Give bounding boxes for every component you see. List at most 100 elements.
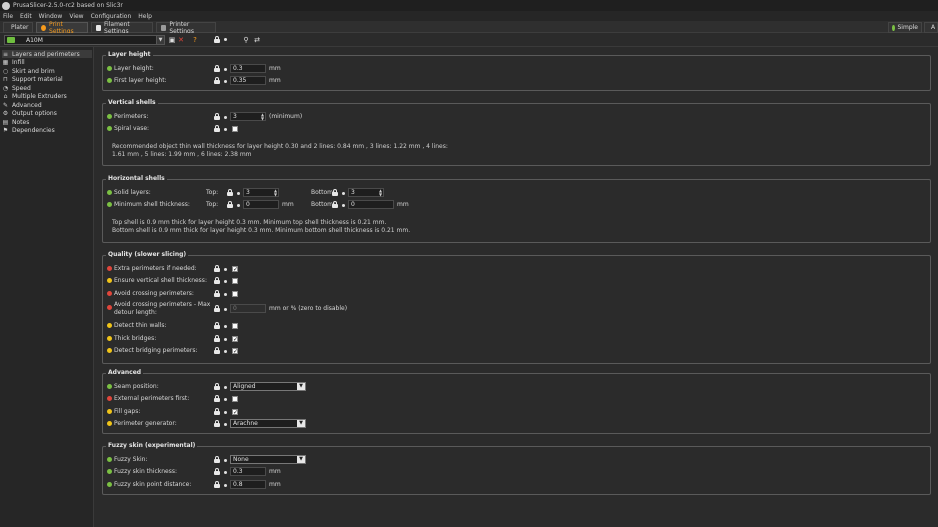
bullet-icon[interactable] [237,204,240,207]
lock-icon[interactable] [214,395,220,402]
sidebar-item-advanced[interactable]: ✎ Advanced [2,101,92,109]
lock-icon[interactable] [214,65,220,72]
lock-icon[interactable] [214,468,220,475]
layer-height-input[interactable]: 0.3 [230,64,266,73]
lock-icon[interactable] [332,189,338,196]
lock-icon[interactable] [214,265,220,272]
bullet-legend-icon[interactable] [222,36,230,44]
lock-icon[interactable] [227,201,233,208]
lock-icon[interactable] [332,201,338,208]
external-first-checkbox[interactable] [232,396,238,402]
bullet-icon[interactable] [224,308,227,311]
spin-arrows-icon[interactable]: ▲ ▼ [260,113,265,121]
bullet-icon[interactable] [224,325,227,328]
bullet-icon[interactable] [224,268,227,271]
lock-icon[interactable] [214,125,220,132]
mode-advanced-button[interactable]: A [924,22,938,33]
bullet-icon[interactable] [224,80,227,83]
detect-thin-walls-checkbox[interactable] [232,323,238,329]
min-shell-top-input[interactable]: 0 [243,200,279,209]
min-shell-bottom-input[interactable]: 0 [348,200,394,209]
tab-printer-settings[interactable]: Printer Settings [156,21,216,35]
spin-arrows-icon[interactable]: ▲ ▼ [273,189,278,197]
bullet-icon[interactable] [342,204,345,207]
chevron-down-icon[interactable]: ▼ [297,456,305,463]
sidebar-item-infill[interactable]: ▦ Infill [2,58,92,66]
tab-plater[interactable]: Plater [3,22,33,33]
tab-filament-settings[interactable]: Filament Settings [91,21,153,35]
bullet-icon[interactable] [224,459,227,462]
lock-icon[interactable] [214,456,220,463]
mode-simple-button[interactable]: Simple [888,22,922,33]
bullet-icon[interactable] [224,423,227,426]
fill-gaps-checkbox[interactable]: ✓ [232,409,238,416]
save-preset-icon[interactable]: ▣ [168,36,176,44]
ensure-vertical-checkbox[interactable] [232,278,238,284]
solid-layers-bottom-stepper[interactable]: 3 ▲ ▼ [348,188,384,197]
lock-icon[interactable] [214,335,220,342]
chevron-down-icon[interactable]: ▼ [156,36,164,44]
sidebar-item-dependencies[interactable]: ⚑ Dependencies [2,126,92,134]
menu-help[interactable]: Help [138,13,152,20]
spiral-vase-checkbox[interactable] [232,126,238,132]
sidebar-item-output-options[interactable]: ⚙ Output options [2,109,92,117]
spin-arrows-icon[interactable]: ▲ ▼ [378,189,383,197]
solid-layers-top-stepper[interactable]: 3 ▲ ▼ [243,188,279,197]
bullet-icon[interactable] [224,386,227,389]
bullet-icon[interactable] [224,484,227,487]
delete-preset-icon[interactable]: ✕ [177,36,185,44]
fuzzy-point-distance-input[interactable]: 0.8 [230,480,266,489]
menu-configuration[interactable]: Configuration [91,13,132,20]
bullet-icon[interactable] [224,411,227,414]
lock-icon[interactable] [214,113,220,120]
extra-perimeters-checkbox[interactable]: ✓ [232,266,238,273]
fuzzy-thickness-input[interactable]: 0.3 [230,467,266,476]
sidebar-item-skirt-brim[interactable]: ○ Skirt and brim [2,67,92,75]
sidebar-item-multiple-extruders[interactable]: ⌂ Multiple Extruders [2,92,92,100]
lock-icon[interactable] [214,77,220,84]
bullet-icon[interactable] [237,192,240,195]
tab-print-settings[interactable]: Print Settings [36,21,88,35]
lock-icon[interactable] [214,322,220,329]
seam-position-select[interactable]: Aligned ▼ [230,382,306,391]
chevron-down-icon[interactable]: ▼ [297,383,305,390]
sidebar-item-support[interactable]: ⊓ Support material [2,75,92,83]
bullet-icon[interactable] [224,293,227,296]
menu-window[interactable]: Window [39,13,63,20]
lock-icon[interactable] [214,305,220,312]
lock-icon[interactable] [214,290,220,297]
help-icon[interactable]: ? [191,36,199,44]
sidebar-item-speed[interactable]: ◔ Speed [2,84,92,92]
bullet-icon[interactable] [224,280,227,283]
compare-presets-icon[interactable]: ⇄ [253,36,261,44]
bullet-icon[interactable] [224,398,227,401]
sidebar-item-notes[interactable]: ▤ Notes [2,118,92,126]
bullet-icon[interactable] [224,350,227,353]
sidebar-item-layers-perimeters[interactable]: ≡ Layers and perimeters [2,50,92,58]
preset-select[interactable]: A10M ▼ [4,35,165,45]
chevron-down-icon[interactable]: ▼ [297,420,305,427]
bullet-icon[interactable] [224,471,227,474]
max-detour-input[interactable]: 0 [230,304,266,313]
lock-icon[interactable] [214,420,220,427]
menu-edit[interactable]: Edit [20,13,32,20]
bullet-icon[interactable] [224,338,227,341]
bullet-icon[interactable] [342,192,345,195]
perimeter-generator-select[interactable]: Arachne ▼ [230,419,306,428]
bullet-icon[interactable] [224,68,227,71]
perimeters-stepper[interactable]: 3 ▲ ▼ [230,112,266,121]
lock-icon[interactable] [227,189,233,196]
menu-view[interactable]: View [69,13,83,20]
lock-legend-icon[interactable] [213,36,221,44]
lock-icon[interactable] [214,277,220,284]
search-icon[interactable]: ⚲ [242,36,250,44]
first-layer-height-input[interactable]: 0.35 [230,76,266,85]
menu-file[interactable]: File [3,13,13,20]
avoid-crossing-checkbox[interactable] [232,291,238,297]
detect-bridging-checkbox[interactable]: ✓ [232,348,238,355]
lock-icon[interactable] [214,347,220,354]
lock-icon[interactable] [214,481,220,488]
bullet-icon[interactable] [224,116,227,119]
lock-icon[interactable] [214,408,220,415]
fuzzy-skin-select[interactable]: None ▼ [230,455,306,464]
